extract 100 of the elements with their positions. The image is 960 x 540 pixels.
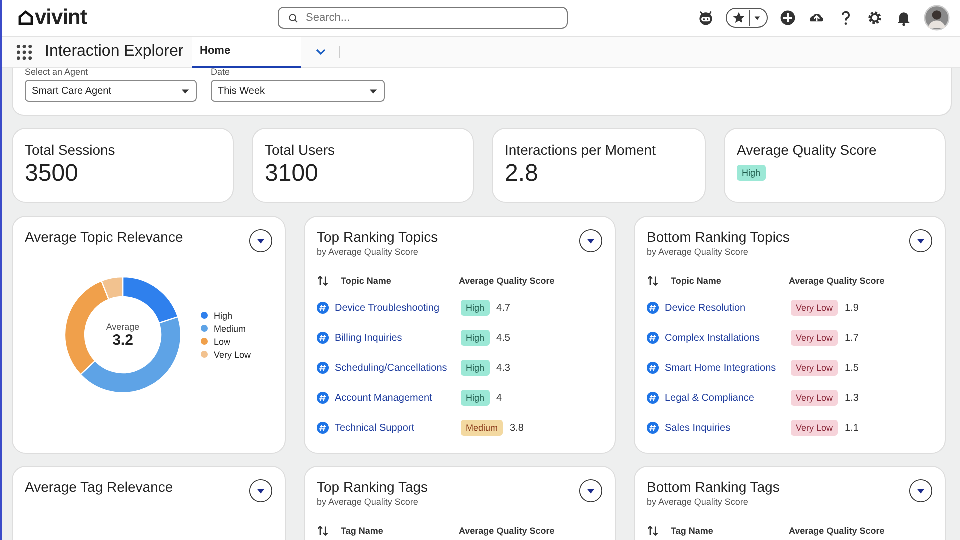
column-header: Topic Name bbox=[671, 276, 722, 286]
column-header: Average Quality Score bbox=[789, 526, 885, 536]
topic-link[interactable]: Device Troubleshooting bbox=[335, 302, 461, 314]
hashtag-icon bbox=[647, 302, 659, 314]
search-field[interactable]: Search... bbox=[278, 7, 568, 29]
card-subtitle: by Average Quality Score bbox=[317, 497, 420, 507]
sort-icon[interactable] bbox=[317, 275, 329, 287]
hashtag-icon bbox=[647, 392, 659, 404]
topic-link[interactable]: Technical Support bbox=[335, 422, 461, 434]
topic-link[interactable]: Smart Home Integrations bbox=[665, 362, 791, 374]
column-header: Average Quality Score bbox=[459, 526, 555, 536]
hashtag-icon bbox=[317, 392, 329, 404]
hashtag-icon bbox=[647, 422, 659, 434]
card-menu-button[interactable] bbox=[909, 479, 933, 503]
dropdown[interactable]: This Week bbox=[211, 80, 385, 102]
topic-link[interactable]: Legal & Compliance bbox=[665, 392, 791, 404]
topic-link[interactable]: Sales Inquiries bbox=[665, 422, 791, 434]
favorites-button[interactable] bbox=[726, 8, 768, 28]
hashtag-icon bbox=[317, 332, 329, 344]
search-icon bbox=[288, 13, 299, 24]
card-subtitle: by Average Quality Score bbox=[647, 247, 750, 257]
quality-badge: High bbox=[461, 360, 490, 376]
caret-icon bbox=[369, 86, 378, 96]
legend-label: Low bbox=[214, 336, 231, 346]
stat-value: 3100 bbox=[265, 160, 318, 188]
quality-badge: Medium bbox=[461, 420, 504, 436]
stat-label: Total Users bbox=[265, 142, 336, 158]
star-icon bbox=[732, 11, 746, 25]
score-value: 1.1 bbox=[845, 422, 859, 434]
quality-badge: Very Low bbox=[791, 330, 838, 346]
filter-label: Select an Agent bbox=[25, 68, 90, 77]
filter-label: Date bbox=[211, 68, 232, 77]
topic-link[interactable]: Account Management bbox=[335, 392, 461, 404]
score-value: 4 bbox=[496, 392, 502, 404]
hashtag-icon bbox=[317, 362, 329, 374]
settings-icon[interactable] bbox=[866, 9, 884, 27]
card-menu-button[interactable] bbox=[579, 479, 603, 503]
column-header: Tag Name bbox=[341, 526, 384, 536]
card-title: Average Topic Relevance bbox=[25, 229, 184, 245]
score-value: 1.9 bbox=[845, 302, 859, 314]
logo[interactable]: vivint bbox=[18, 6, 278, 30]
dropdown[interactable]: Smart Care Agent bbox=[25, 80, 197, 102]
app-launcher-icon[interactable] bbox=[16, 44, 33, 60]
column-header: Average Quality Score bbox=[789, 276, 885, 286]
quality-badge: High bbox=[461, 390, 490, 406]
score-value: 4.3 bbox=[496, 362, 510, 374]
column-header: Average Quality Score bbox=[459, 276, 555, 286]
quality-badge: Very Low bbox=[791, 390, 838, 406]
sort-icon[interactable] bbox=[647, 275, 659, 287]
donut-center-value: 3.2 bbox=[112, 332, 134, 348]
score-value: 1.7 bbox=[845, 332, 859, 344]
legend-label: High bbox=[214, 310, 233, 320]
nav-tab[interactable]: Home bbox=[192, 36, 301, 68]
stat-label: Interactions per Moment bbox=[505, 142, 656, 158]
sort-icon[interactable] bbox=[647, 525, 659, 537]
card-subtitle: by Average Quality Score bbox=[317, 247, 420, 257]
score-value: 4.7 bbox=[496, 302, 510, 314]
card-menu-button[interactable] bbox=[249, 479, 273, 503]
card-menu-button[interactable] bbox=[579, 229, 603, 253]
quality-badge: Very Low bbox=[791, 300, 838, 316]
legend-label: Very Low bbox=[214, 350, 252, 360]
avatar[interactable] bbox=[924, 5, 950, 31]
card-title: Top Ranking Tags bbox=[317, 479, 428, 495]
house-icon bbox=[18, 10, 34, 26]
hashtag-icon bbox=[647, 332, 659, 344]
hashtag-icon bbox=[317, 422, 329, 434]
topic-link[interactable]: Device Resolution bbox=[665, 302, 791, 314]
card-menu-button[interactable] bbox=[249, 229, 273, 253]
card-title: Top Ranking Topics bbox=[317, 229, 438, 245]
score-value: 4.5 bbox=[496, 332, 510, 344]
topic-link[interactable]: Scheduling/Cancellations bbox=[335, 362, 461, 374]
stat-label: Average Quality Score bbox=[737, 142, 877, 158]
column-header: Topic Name bbox=[341, 276, 392, 286]
caret-icon bbox=[181, 86, 190, 96]
score-value: 3.8 bbox=[510, 422, 524, 434]
score-value: 1.5 bbox=[845, 362, 859, 374]
topic-link[interactable]: Complex Installations bbox=[665, 332, 791, 344]
hashtag-icon bbox=[647, 362, 659, 374]
card-menu-button[interactable] bbox=[909, 229, 933, 253]
score-value: 1.3 bbox=[845, 392, 859, 404]
chevron-down-icon[interactable] bbox=[315, 46, 340, 58]
column-header: Tag Name bbox=[671, 526, 714, 536]
quality-badge: High bbox=[461, 300, 490, 316]
stat-value: 2.8 bbox=[505, 160, 538, 188]
card-title: Bottom Ranking Tags bbox=[647, 479, 780, 495]
quality-badge: Very Low bbox=[791, 360, 838, 376]
donut-center-label: Average bbox=[106, 322, 140, 332]
quality-badge: High bbox=[737, 165, 766, 181]
card-title: Bottom Ranking Topics bbox=[647, 229, 790, 245]
stat-value: 3500 bbox=[25, 160, 78, 188]
robot-icon[interactable] bbox=[697, 9, 715, 27]
sort-icon[interactable] bbox=[317, 525, 329, 537]
app-name: Interaction Explorer bbox=[45, 43, 185, 61]
plus-icon[interactable] bbox=[779, 9, 797, 27]
stat-label: Total Sessions bbox=[25, 142, 116, 158]
caret-icon bbox=[753, 14, 762, 22]
hashtag-icon bbox=[317, 302, 329, 314]
quality-badge: Very Low bbox=[791, 420, 838, 436]
topic-link[interactable]: Billing Inquiries bbox=[335, 332, 461, 344]
quality-badge: High bbox=[461, 330, 490, 346]
